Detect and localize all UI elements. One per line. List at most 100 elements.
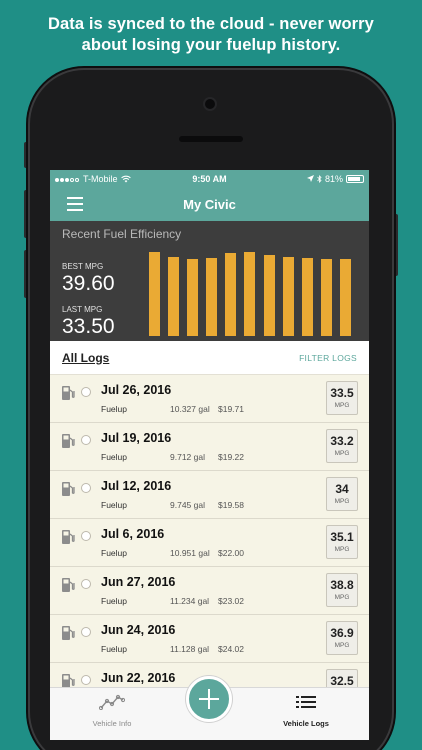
log-date: Jul 6, 2016	[101, 527, 165, 541]
all-logs-title[interactable]: All Logs	[62, 351, 109, 365]
log-date: Jun 24, 2016	[101, 623, 176, 637]
log-row[interactable]: Jul 6, 2016 Fuelup 10.951 gal $22.00 35.1 MPG	[50, 519, 369, 567]
tab-bar: Vehicle Info Vehicle Logs	[50, 676, 369, 740]
filter-logs-button[interactable]: FILTER LOGS	[299, 353, 357, 363]
mpg-value: 34	[335, 482, 349, 496]
mpg-badge: 33.5 MPG	[326, 381, 358, 415]
fuel-pump-icon	[62, 386, 75, 400]
mpg-value: 32.5	[330, 674, 354, 688]
menu-button[interactable]	[67, 197, 83, 211]
log-type: Fuelup	[101, 548, 127, 558]
wifi-icon	[120, 175, 131, 182]
log-date: Jun 22, 2016	[101, 671, 176, 685]
log-gallons: 10.327 gal	[170, 404, 210, 414]
log-gallons: 11.234 gal	[170, 596, 210, 606]
tab-vehicle-info-label: Vehicle Info	[92, 719, 132, 728]
battery-icon	[346, 174, 364, 183]
battery-percent: 81%	[324, 173, 343, 184]
fuel-efficiency-panel: Recent Fuel Efficiency BEST MPG 39.60 LA…	[50, 221, 369, 341]
log-gallons: 11.128 gal	[170, 644, 210, 654]
mpg-unit: MPG	[334, 546, 350, 553]
log-row[interactable]: Jun 27, 2016 Fuelup 11.234 gal $23.02 38.8 MP…	[50, 567, 369, 615]
add-fuelup-button[interactable]	[186, 676, 232, 722]
timeline-dot	[81, 531, 91, 541]
log-cost: $19.71	[218, 404, 244, 414]
timeline-dot	[81, 675, 91, 685]
timeline-dot	[81, 435, 91, 445]
efficiency-bar	[225, 253, 236, 336]
tab-vehicle-logs-label: Vehicle Logs	[283, 719, 329, 728]
mpg-unit: MPG	[334, 402, 350, 409]
efficiency-bar	[244, 252, 255, 336]
caption-line-1: Data is synced to the cloud - never worr…	[48, 15, 374, 33]
nav-title: My Civic	[183, 196, 236, 212]
bluetooth-icon	[317, 174, 322, 183]
mpg-value: 36.9	[330, 626, 354, 640]
best-mpg-label: BEST MPG	[62, 262, 104, 271]
logs-header: All Logs FILTER LOGS	[50, 341, 369, 375]
log-row[interactable]: Jul 19, 2016 Fuelup 9.712 gal $19.22 33.2 MPG	[50, 423, 369, 471]
timeline-dot	[81, 387, 91, 397]
log-cost: $19.58	[218, 500, 244, 510]
fuel-pump-icon	[62, 482, 75, 496]
log-date: Jul 26, 2016	[101, 383, 172, 397]
mpg-unit: MPG	[334, 498, 350, 505]
efficiency-bar	[283, 257, 294, 336]
tab-vehicle-info[interactable]: Vehicle Info	[62, 694, 162, 728]
timeline-dot	[81, 579, 91, 589]
last-mpg-label: LAST MPG	[62, 305, 103, 314]
fuel-pump-icon	[62, 626, 75, 640]
log-date: Jun 27, 2016	[101, 575, 176, 589]
log-row[interactable]: Jun 24, 2016 Fuelup 11.128 gal $24.02 36.9 MP…	[50, 615, 369, 663]
mpg-badge: 34 MPG	[326, 477, 358, 511]
efficiency-bar	[168, 257, 179, 336]
fuel-pump-icon	[62, 434, 75, 448]
timeline-dot	[81, 483, 91, 493]
log-type: Fuelup	[101, 596, 127, 606]
signal-icon	[55, 174, 80, 184]
log-type: Fuelup	[101, 404, 127, 414]
efficiency-title: Recent Fuel Efficiency	[62, 227, 182, 241]
fuel-pump-icon	[62, 578, 75, 592]
location-icon	[306, 175, 314, 182]
front-camera	[205, 99, 215, 109]
log-cost: $24.02	[218, 644, 244, 654]
efficiency-bar-chart	[148, 251, 358, 336]
caption-line-2: about losing your fuelup history.	[81, 36, 341, 54]
log-row[interactable]: Jul 26, 2016 Fuelup 10.327 gal $19.71 33.5 MP…	[50, 375, 369, 423]
tab-vehicle-logs[interactable]: Vehicle Logs	[256, 694, 356, 728]
timeline-dot	[81, 627, 91, 637]
mpg-badge: 36.9 MPG	[326, 621, 358, 655]
efficiency-bar	[149, 252, 160, 336]
log-cost: $19.22	[218, 452, 244, 462]
log-date: Jul 19, 2016	[101, 431, 172, 445]
caption: Data is synced to the cloud - never worr…	[0, 14, 422, 56]
best-mpg-value: 39.60	[62, 272, 115, 295]
efficiency-bar	[321, 259, 332, 336]
log-row[interactable]: Jul 12, 2016 Fuelup 9.745 gal $19.58 34 MPG	[50, 471, 369, 519]
log-gallons: 9.712 gal	[170, 452, 205, 462]
log-type: Fuelup	[101, 644, 127, 654]
log-type: Fuelup	[101, 500, 127, 510]
efficiency-bar	[264, 255, 275, 336]
mpg-value: 38.8	[330, 578, 354, 592]
log-gallons: 9.745 gal	[170, 500, 205, 510]
mpg-unit: MPG	[334, 642, 350, 649]
hamburger-icon	[67, 197, 83, 199]
efficiency-bar	[302, 258, 313, 336]
efficiency-bar	[340, 259, 351, 336]
nav-bar: My Civic	[50, 187, 369, 221]
last-mpg-value: 33.50	[62, 315, 115, 338]
fuel-pump-icon	[62, 530, 75, 544]
efficiency-bar	[206, 258, 217, 336]
mpg-badge: 38.8 MPG	[326, 573, 358, 607]
efficiency-bar	[187, 259, 198, 336]
mpg-value: 35.1	[330, 530, 354, 544]
log-cost: $22.00	[218, 548, 244, 558]
log-list: Jul 26, 2016 Fuelup 10.327 gal $19.71 33.5 MP…	[50, 375, 369, 735]
mpg-unit: MPG	[334, 450, 350, 457]
trend-line-icon	[98, 694, 126, 711]
list-icon	[296, 696, 316, 708]
mpg-unit: MPG	[334, 594, 350, 601]
mpg-value: 33.2	[330, 434, 354, 448]
